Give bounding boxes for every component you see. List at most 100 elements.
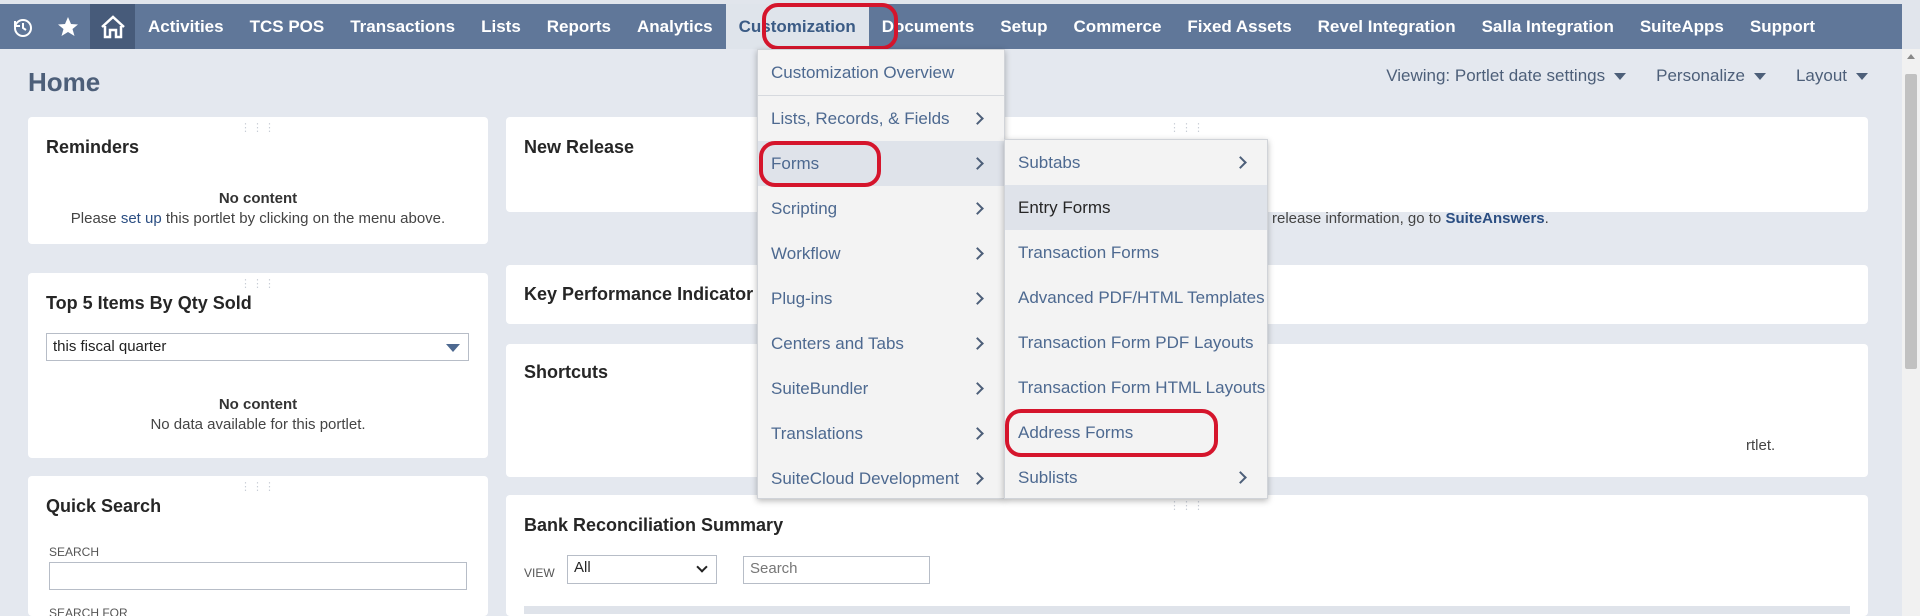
layout-label: Layout (1795, 66, 1847, 85)
new-release-message: release information, go to SuiteAnswers. (1272, 210, 1549, 227)
personalize-dropdown[interactable]: Personalize (1656, 66, 1766, 86)
menu-item-label: Subtabs (1018, 152, 1081, 172)
message-text: this portlet by clicking on the menu abo… (161, 210, 446, 227)
nav-item-tcs-pos[interactable]: TCS POS (237, 4, 338, 49)
drag-handle-icon[interactable]: ⋮⋮⋮ (1169, 121, 1205, 134)
submenu-item-entry-forms[interactable]: Entry Forms (1005, 185, 1267, 230)
nav-item-activities[interactable]: Activities (135, 4, 237, 49)
menu-item-scripting[interactable]: Scripting (758, 186, 1004, 231)
view-label: VIEW (524, 566, 555, 580)
menu-separator (758, 95, 1004, 96)
menu-item-suitebundler[interactable]: SuiteBundler (758, 366, 1004, 411)
view-select-value: All (574, 559, 591, 576)
personalize-label: Personalize (1656, 66, 1745, 85)
chevron-right-icon (971, 112, 984, 125)
period-filter-value: this fiscal quarter (53, 338, 167, 355)
chevron-right-icon (971, 472, 984, 485)
menu-item-forms[interactable]: Forms (758, 141, 1004, 186)
forms-submenu: Subtabs Entry Forms Transaction Forms Advan… (1004, 139, 1268, 499)
home-icon[interactable] (90, 4, 135, 49)
menu-item-label: Translations (771, 423, 863, 443)
submenu-item-transaction-forms[interactable]: Transaction Forms (1005, 230, 1267, 275)
submenu-item-subtabs[interactable]: Subtabs (1005, 140, 1267, 185)
menu-item-label: Transaction Form HTML Layouts (1018, 377, 1266, 397)
period-filter-select[interactable]: this fiscal quarter (46, 333, 469, 361)
drag-handle-icon[interactable]: ⋮⋮⋮ (240, 121, 276, 134)
chevron-right-icon (1234, 156, 1247, 169)
no-data-message: No data available for this portlet. (150, 416, 366, 433)
star-icon[interactable] (45, 4, 90, 49)
nav-item-transactions[interactable]: Transactions (337, 4, 468, 49)
drag-handle-icon[interactable]: ⋮⋮⋮ (1169, 499, 1205, 512)
nav-item-reports[interactable]: Reports (534, 4, 624, 49)
nav-item-commerce[interactable]: Commerce (1061, 4, 1175, 49)
menu-item-label: Address Forms (1018, 422, 1134, 442)
menu-item-plug-ins[interactable]: Plug-ins (758, 276, 1004, 321)
nav-item-customization[interactable]: Customization (725, 4, 869, 49)
setup-link[interactable]: set up (121, 210, 162, 227)
viewing-label: Viewing: Portlet date settings (1386, 66, 1606, 85)
chevron-right-icon (971, 337, 984, 350)
menu-item-label: Workflow (771, 243, 841, 263)
recent-records-icon[interactable] (0, 4, 45, 49)
top-items-portlet: ⋮⋮⋮ Top 5 Items By Qty Sold this fiscal … (28, 273, 488, 458)
view-select[interactable]: All (567, 555, 717, 584)
reminders-message: Please set up this portlet by clicking o… (28, 210, 488, 227)
chevron-right-icon (971, 202, 984, 215)
shortcuts-message: rtlet. (1746, 437, 1776, 454)
menu-item-label: Advanced PDF/HTML Templates (1018, 287, 1265, 307)
menu-item-label: Transaction Forms (1018, 242, 1160, 262)
layout-dropdown[interactable]: Layout (1796, 66, 1868, 86)
nav-item-revel-integration[interactable]: Revel Integration (1305, 4, 1469, 49)
menu-item-centers-and-tabs[interactable]: Centers and Tabs (758, 321, 1004, 366)
scroll-up-icon[interactable] (1907, 54, 1915, 59)
nav-item-fixed-assets[interactable]: Fixed Assets (1174, 4, 1304, 49)
reminders-portlet: ⋮⋮⋮ Reminders No content Please set up t… (28, 117, 488, 244)
submenu-item-transaction-form-pdf-layouts[interactable]: Transaction Form PDF Layouts (1005, 320, 1267, 365)
menu-item-customization-overview[interactable]: Customization Overview (758, 50, 1004, 95)
quick-search-input[interactable] (49, 562, 467, 590)
submenu-item-address-forms[interactable]: Address Forms (1005, 410, 1267, 455)
message-text: release information, go to (1272, 210, 1446, 227)
caret-down-icon (1614, 72, 1627, 80)
no-content-label: No content (218, 396, 298, 413)
menu-item-label: Lists, Records, & Fields (771, 108, 950, 128)
viewing-dropdown[interactable]: Viewing: Portlet date settings (1386, 66, 1627, 86)
main-navigation: Activities TCS POS Transactions Lists Report… (0, 4, 1902, 49)
message-text: Please (70, 210, 121, 227)
reminders-title: Reminders (46, 137, 140, 157)
menu-item-label: Scripting (771, 198, 838, 218)
menu-item-translations[interactable]: Translations (758, 411, 1004, 456)
table-header (524, 606, 1850, 614)
bank-rec-search-input[interactable]: Search (743, 556, 930, 584)
menu-item-label: SuiteBundler (771, 378, 869, 398)
nav-item-lists[interactable]: Lists (468, 4, 534, 49)
menu-item-label: Entry Forms (1018, 197, 1111, 217)
chevron-right-icon (971, 427, 984, 440)
menu-item-suitecloud-development[interactable]: SuiteCloud Development (758, 456, 1004, 501)
nav-item-documents[interactable]: Documents (869, 4, 988, 49)
chevron-right-icon (971, 247, 984, 260)
caret-down-icon (1753, 72, 1766, 80)
dropdown-arrow-icon (446, 344, 460, 352)
submenu-item-transaction-form-html-layouts[interactable]: Transaction Form HTML Layouts (1005, 365, 1267, 410)
nav-item-analytics[interactable]: Analytics (624, 4, 726, 49)
top-items-title: Top 5 Items By Qty Sold (46, 293, 252, 313)
nav-item-support[interactable]: Support (1737, 4, 1828, 49)
menu-item-workflow[interactable]: Workflow (758, 231, 1004, 276)
quick-search-title: Quick Search (46, 496, 162, 516)
submenu-item-advanced-pdf-html-templates[interactable]: Advanced PDF/HTML Templates (1005, 275, 1267, 320)
drag-handle-icon[interactable]: ⋮⋮⋮ (240, 277, 276, 290)
suiteanswers-link[interactable]: SuiteAnswers (1445, 210, 1544, 227)
menu-item-lists-records-fields[interactable]: Lists, Records, & Fields (758, 96, 1004, 141)
nav-item-setup[interactable]: Setup (987, 4, 1060, 49)
scrollbar-thumb[interactable] (1905, 74, 1917, 369)
page-title: Home (28, 67, 101, 97)
submenu-item-sublists[interactable]: Sublists (1005, 455, 1267, 500)
menu-item-label: Customization Overview (771, 62, 955, 82)
chevron-right-icon (1234, 471, 1247, 484)
drag-handle-icon[interactable]: ⋮⋮⋮ (240, 480, 276, 493)
menu-item-label: SuiteCloud Development (771, 468, 960, 488)
nav-item-salla-integration[interactable]: Salla Integration (1469, 4, 1627, 49)
nav-item-suiteapps[interactable]: SuiteApps (1627, 4, 1737, 49)
